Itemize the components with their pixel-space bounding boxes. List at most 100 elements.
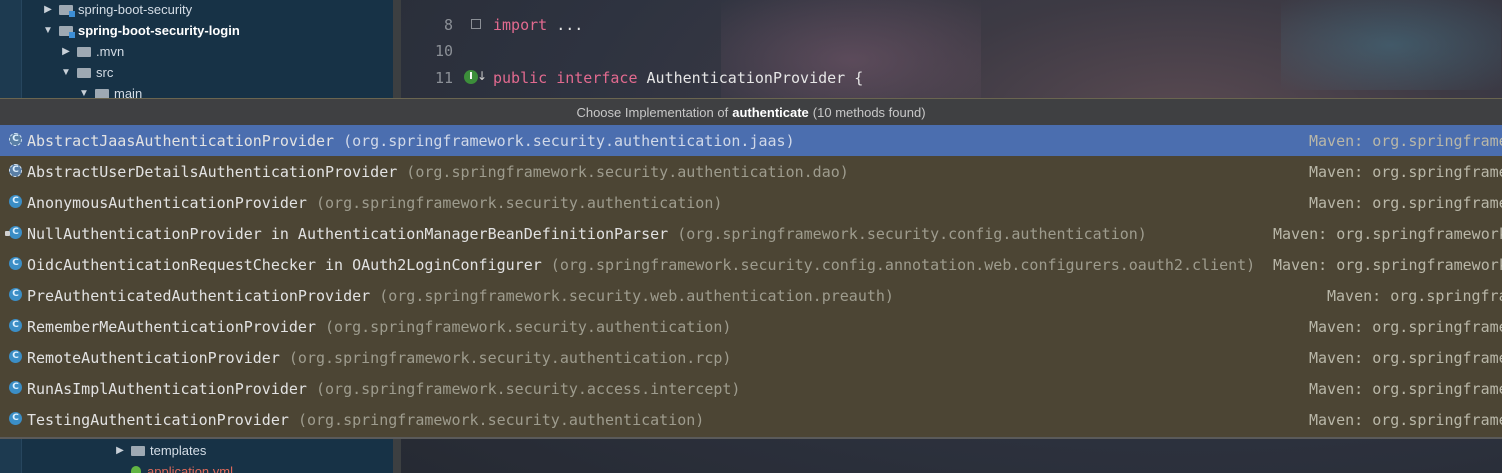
gutter: I ↓: [461, 65, 493, 91]
class-name-text: AbstractUserDetailsAuthenticationProvide…: [27, 162, 398, 181]
tree-item-label: application.yml: [147, 464, 233, 473]
class-name-text: PreAuthenticatedAuthenticationProvider: [27, 286, 371, 305]
expand-arrow-icon[interactable]: ▶: [41, 4, 55, 15]
implementation-item[interactable]: C OidcAuthenticationRequestChecker in OAu…: [0, 249, 1502, 280]
folder-icon: [77, 67, 91, 78]
code-text: AuthenticationProvider {: [637, 69, 864, 87]
tree-item-spring-boot-security[interactable]: ▶ spring-boot-security: [21, 0, 393, 20]
class-name: NullAuthenticationProvider in Authentica…: [27, 225, 1147, 243]
class-name-text: RememberMeAuthenticationProvider: [27, 317, 316, 336]
method-name: authenticate: [732, 104, 809, 120]
class-name: OidcAuthenticationRequestChecker in OAut…: [27, 256, 1255, 274]
implementation-item[interactable]: C RememberMeAuthenticationProvider (org.s…: [0, 311, 1502, 342]
implementation-item[interactable]: C TestingAuthenticationProvider (org.spri…: [0, 404, 1502, 435]
keyword: import: [493, 16, 548, 34]
code-line-10[interactable]: 10: [401, 38, 493, 64]
folder-icon: [131, 445, 145, 456]
class-name-text: AbstractJaasAuthenticationProvider: [27, 131, 335, 150]
tree-item-application-yml[interactable]: application.yml: [21, 461, 393, 473]
code-line-8[interactable]: 8 import ...: [401, 12, 583, 38]
tree-item-src[interactable]: ▼ src: [21, 62, 393, 83]
module-folder-icon: [59, 25, 75, 38]
fold-icon[interactable]: [471, 19, 481, 29]
class-icon: C: [9, 381, 22, 394]
tree-item-mvn[interactable]: ▶ .mvn: [21, 41, 393, 62]
abstract-class-icon: C: [9, 133, 22, 146]
implemented-icon[interactable]: I: [464, 70, 478, 84]
collapse-arrow-icon[interactable]: ▼: [59, 67, 73, 78]
folder-icon: [77, 46, 91, 57]
class-icon: C: [9, 412, 22, 425]
implementation-item[interactable]: C PreAuthenticatedAuthenticationProvider …: [0, 280, 1502, 311]
class-icon: C: [9, 288, 22, 301]
folder-icon: [95, 88, 109, 99]
package-name: (org.springframework.security.config.ann…: [550, 255, 1256, 274]
library-source: Maven: org.springframe: [1309, 193, 1502, 212]
collapse-arrow-icon[interactable]: ▼: [41, 25, 55, 36]
arrow-down-icon: ↓: [477, 69, 488, 83]
implementation-list[interactable]: C AbstractJaasAuthenticationProvider (org…: [0, 125, 1502, 435]
library-source: Maven: org.springframework: [1273, 224, 1502, 243]
library-source: Maven: org.springframe: [1309, 410, 1502, 429]
tree-item-spring-boot-security-login[interactable]: ▼ spring-boot-security-login: [21, 20, 393, 41]
package-name: (org.springframework.security.web.authen…: [379, 286, 894, 305]
class-name: TestingAuthenticationProvider (org.sprin…: [27, 411, 704, 429]
class-name-text: AnonymousAuthenticationProvider: [27, 193, 307, 212]
library-source: Maven: org.springfra: [1327, 286, 1502, 305]
tree-item-templates[interactable]: ▶ templates: [21, 440, 393, 461]
class-name: RememberMeAuthenticationProvider (org.sp…: [27, 318, 731, 336]
library-source: Maven: org.springframe: [1309, 317, 1502, 336]
code-text: ...: [547, 16, 584, 34]
class-name: AbstractJaasAuthenticationProvider (org.…: [27, 132, 795, 150]
expand-arrow-icon[interactable]: ▶: [113, 445, 127, 456]
tree-item-label: .mvn: [96, 44, 125, 59]
implementation-item[interactable]: C RunAsImplAuthenticationProvider (org.sp…: [0, 373, 1502, 404]
class-name: AbstractUserDetailsAuthenticationProvide…: [27, 163, 849, 181]
title-prefix: Choose Implementation of: [576, 104, 729, 120]
class-icon: C: [9, 257, 22, 270]
tree-item-label: src: [96, 65, 114, 80]
library-source: Maven: org.springframe: [1309, 162, 1502, 181]
package-name: (org.springframework.security.authentica…: [288, 348, 732, 367]
class-icon: C: [9, 350, 22, 363]
line-number: 8: [443, 16, 453, 34]
code-line-11[interactable]: 11 I ↓ public interface AuthenticationPr…: [401, 65, 863, 91]
library-source: Maven: org.springframe: [1309, 379, 1502, 398]
library-source: Maven: org.springframe: [1309, 348, 1502, 367]
popup-title: Choose Implementation of authenticate (1…: [0, 99, 1502, 125]
class-name-text: RemoteAuthenticationProvider: [27, 348, 280, 367]
keyword: public interface: [493, 69, 638, 87]
line-number: 10: [434, 42, 453, 60]
class-name: RunAsImplAuthenticationProvider (org.spr…: [27, 380, 740, 398]
yml-file-icon: [131, 465, 141, 473]
package-name: (org.springframework.security.access.int…: [316, 379, 741, 398]
package-name: (org.springframework.security.authentica…: [406, 162, 849, 181]
gutter: [461, 38, 493, 64]
class-name-text: OidcAuthenticationRequestChecker in OAut…: [27, 255, 542, 274]
class-name: RemoteAuthenticationProvider (org.spring…: [27, 349, 731, 367]
class-name-text: RunAsImplAuthenticationProvider: [27, 379, 307, 398]
expand-arrow-icon[interactable]: ▶: [59, 46, 73, 57]
library-source: Maven: org.springframe: [1309, 131, 1502, 150]
choose-implementation-popup[interactable]: Choose Implementation of authenticate (1…: [0, 98, 1502, 439]
implementation-item[interactable]: C RemoteAuthenticationProvider (org.sprin…: [0, 342, 1502, 373]
inner-class-icon: C: [5, 226, 22, 239]
implementation-item[interactable]: C AbstractJaasAuthenticationProvider (org…: [0, 125, 1502, 156]
background-image: [1281, 0, 1501, 90]
package-name: (org.springframework.security.authentica…: [297, 410, 705, 429]
tree-item-label: spring-boot-security-login: [78, 23, 240, 38]
module-folder-icon: [59, 4, 75, 17]
implementation-item[interactable]: C AnonymousAuthenticationProvider (org.sp…: [0, 187, 1502, 218]
class-name-text: TestingAuthenticationProvider: [27, 410, 289, 429]
class-name: AnonymousAuthenticationProvider (org.spr…: [27, 194, 722, 212]
package-name: (org.springframework.security.authentica…: [343, 131, 795, 150]
package-name: (org.springframework.security.authentica…: [325, 317, 732, 336]
implementation-item[interactable]: C NullAuthenticationProvider in Authentic…: [0, 218, 1502, 249]
class-icon: C: [9, 319, 22, 332]
implementation-item[interactable]: C AbstractUserDetailsAuthenticationProvid…: [0, 156, 1502, 187]
package-name: (org.springframework.security.authentica…: [316, 193, 723, 212]
abstract-class-icon: C: [9, 164, 22, 177]
class-icon: C: [9, 195, 22, 208]
tree-item-label: spring-boot-security: [78, 2, 193, 17]
class-name: PreAuthenticatedAuthenticationProvider (…: [27, 287, 894, 305]
